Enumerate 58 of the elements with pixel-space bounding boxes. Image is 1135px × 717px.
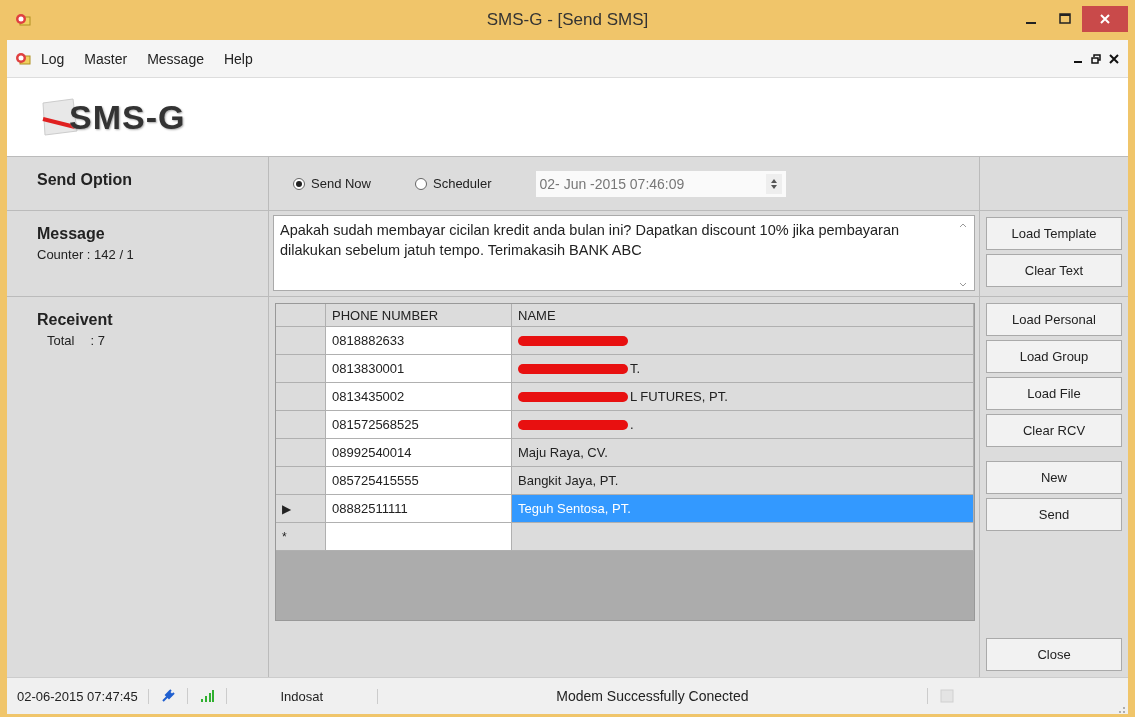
resize-grip[interactable]	[1116, 704, 1126, 714]
logo-text: SMS-G	[69, 98, 186, 137]
status-datetime: 02-06-2015 07:47:45	[7, 688, 149, 704]
menu-item[interactable]: Log	[31, 50, 75, 67]
table-cell: .	[512, 411, 974, 438]
message-field[interactable]: Apakah sudah membayar cicilan kredit anda bulan ini? Dapatkan discount 10% jika pembayaran dilakukan sebelum jatuh tempo. Terimakasih BANK ABC	[273, 215, 975, 291]
radio-option[interactable]: Send Now	[293, 176, 371, 191]
total-label: Total	[47, 333, 75, 348]
table-cell: 0813830001	[326, 355, 512, 382]
section-label: Receivent	[37, 311, 114, 329]
window-title: SMS-G - [Send SMS]	[486, 10, 649, 30]
new-row-marker: *	[282, 529, 287, 544]
total-value: : 7	[90, 333, 105, 348]
table-cell: 08882511111	[326, 495, 512, 522]
minimize-icon	[1074, 60, 1082, 63]
column-header[interactable]: NAME	[512, 304, 974, 326]
action-button[interactable]: Load Personal	[986, 303, 1122, 336]
restore-icon	[1091, 53, 1101, 64]
counter-label: Counter : 142 / 1	[37, 247, 135, 262]
table-cell: 08992540014	[326, 439, 512, 466]
action-button[interactable]: New	[986, 461, 1122, 494]
spin-icon[interactable]	[765, 173, 782, 194]
menu-item[interactable]: Help	[213, 50, 263, 67]
table-cell: L FUTURES, PT.	[512, 383, 974, 410]
action-button[interactable]: Load Template	[986, 217, 1122, 250]
table-cell: Maju Raya, CV.	[512, 439, 974, 466]
close-icon	[1109, 53, 1119, 64]
status-message: Modem Successfully Conected	[377, 688, 928, 704]
section-label: Send Option	[37, 171, 134, 189]
app-icon	[15, 13, 31, 27]
current-row-marker: ▶	[282, 501, 291, 516]
table-cell: 081572568525	[326, 411, 512, 438]
date-time-field[interactable]: 02- Jun -2015 07:46:09	[535, 170, 786, 197]
table-cell: Teguh Sentosa, PT.	[512, 495, 974, 522]
action-button[interactable]: Clear RCV	[986, 414, 1122, 447]
app-icon	[15, 51, 31, 66]
close-button[interactable]: Close	[986, 638, 1122, 671]
action-button[interactable]: Clear Text	[986, 254, 1122, 287]
action-button[interactable]: Load Group	[986, 340, 1122, 373]
table-cell: T.	[512, 355, 974, 382]
menu-item[interactable]: Message	[137, 50, 214, 67]
menu-item[interactable]: Master	[74, 50, 138, 67]
column-header[interactable]: PHONE NUMBER	[326, 304, 512, 326]
close-icon	[1099, 13, 1111, 25]
minimize-icon	[1026, 22, 1036, 24]
table-cell: 085725415555	[326, 467, 512, 494]
close-button[interactable]	[1108, 52, 1120, 65]
table-cell: Bangkit Jaya, PT.	[512, 467, 974, 494]
action-button[interactable]: Load File	[986, 377, 1122, 410]
operator-label: Indosat	[226, 688, 378, 704]
action-button[interactable]: Send	[986, 498, 1122, 531]
section-label: Message	[37, 225, 106, 243]
radio-option[interactable]: Scheduler	[415, 176, 492, 191]
restore-button[interactable]	[1090, 52, 1102, 65]
table-cell: 0813435002	[326, 383, 512, 410]
table-cell[interactable]	[326, 523, 512, 550]
table-cell: 0818882633	[326, 327, 512, 354]
maximize-icon	[1059, 13, 1071, 25]
